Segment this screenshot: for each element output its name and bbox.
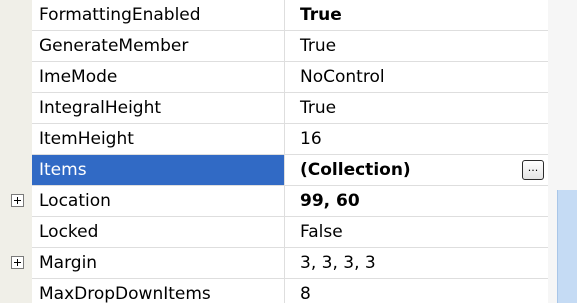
property-name[interactable]: GenerateMember [32, 31, 285, 61]
property-value[interactable]: True [286, 93, 548, 123]
property-value[interactable]: 8 [286, 279, 548, 303]
property-row-items[interactable]: Items (Collection) ... [0, 155, 548, 186]
property-grid: FormattingEnabled True GenerateMember Tr… [0, 0, 577, 303]
property-row-item-height[interactable]: ItemHeight 16 [0, 124, 548, 155]
property-name[interactable]: MaxDropDownItems [32, 279, 285, 303]
property-value[interactable]: (Collection) [286, 155, 548, 185]
property-row-max-drop-down-items[interactable]: MaxDropDownItems 8 [0, 279, 548, 303]
property-value[interactable]: NoControl [286, 62, 548, 92]
property-name[interactable]: ImeMode [32, 62, 285, 92]
property-value[interactable]: False [286, 217, 548, 247]
row-gutter [0, 62, 32, 93]
row-gutter [0, 279, 32, 303]
row-gutter [0, 0, 32, 31]
row-gutter [0, 217, 32, 248]
property-value[interactable]: 16 [286, 124, 548, 154]
property-row-margin[interactable]: Margin 3, 3, 3, 3 [0, 248, 548, 279]
property-name[interactable]: Margin [32, 248, 285, 278]
expand-plus-icon[interactable] [11, 194, 24, 207]
row-gutter [0, 93, 32, 124]
property-value[interactable]: True [286, 31, 548, 61]
property-row-locked[interactable]: Locked False [0, 217, 548, 248]
property-row-ime-mode[interactable]: ImeMode NoControl [0, 62, 548, 93]
property-row-formatting-enabled[interactable]: FormattingEnabled True [0, 0, 548, 31]
property-row-integral-height[interactable]: IntegralHeight True [0, 93, 548, 124]
row-gutter [0, 155, 32, 186]
property-name[interactable]: ItemHeight [32, 124, 285, 154]
row-gutter [0, 186, 32, 217]
property-name[interactable]: IntegralHeight [32, 93, 285, 123]
property-name[interactable]: Location [32, 186, 285, 216]
row-gutter [0, 124, 32, 155]
expand-plus-icon[interactable] [11, 256, 24, 269]
row-gutter [0, 248, 32, 279]
property-name[interactable]: Locked [32, 217, 285, 247]
ellipsis-icon: ... [527, 161, 539, 174]
property-value[interactable]: 99, 60 [286, 186, 548, 216]
property-value[interactable]: 3, 3, 3, 3 [286, 248, 548, 278]
row-gutter [0, 31, 32, 62]
property-name[interactable]: Items [32, 155, 285, 185]
property-value[interactable]: True [286, 0, 548, 30]
property-row-location[interactable]: Location 99, 60 [0, 186, 548, 217]
vertical-scrollbar-thumb[interactable] [557, 190, 577, 303]
property-row-generate-member[interactable]: GenerateMember True [0, 31, 548, 62]
collection-editor-button[interactable]: ... [522, 160, 544, 180]
property-name[interactable]: FormattingEnabled [32, 0, 285, 30]
property-rows: FormattingEnabled True GenerateMember Tr… [0, 0, 548, 303]
